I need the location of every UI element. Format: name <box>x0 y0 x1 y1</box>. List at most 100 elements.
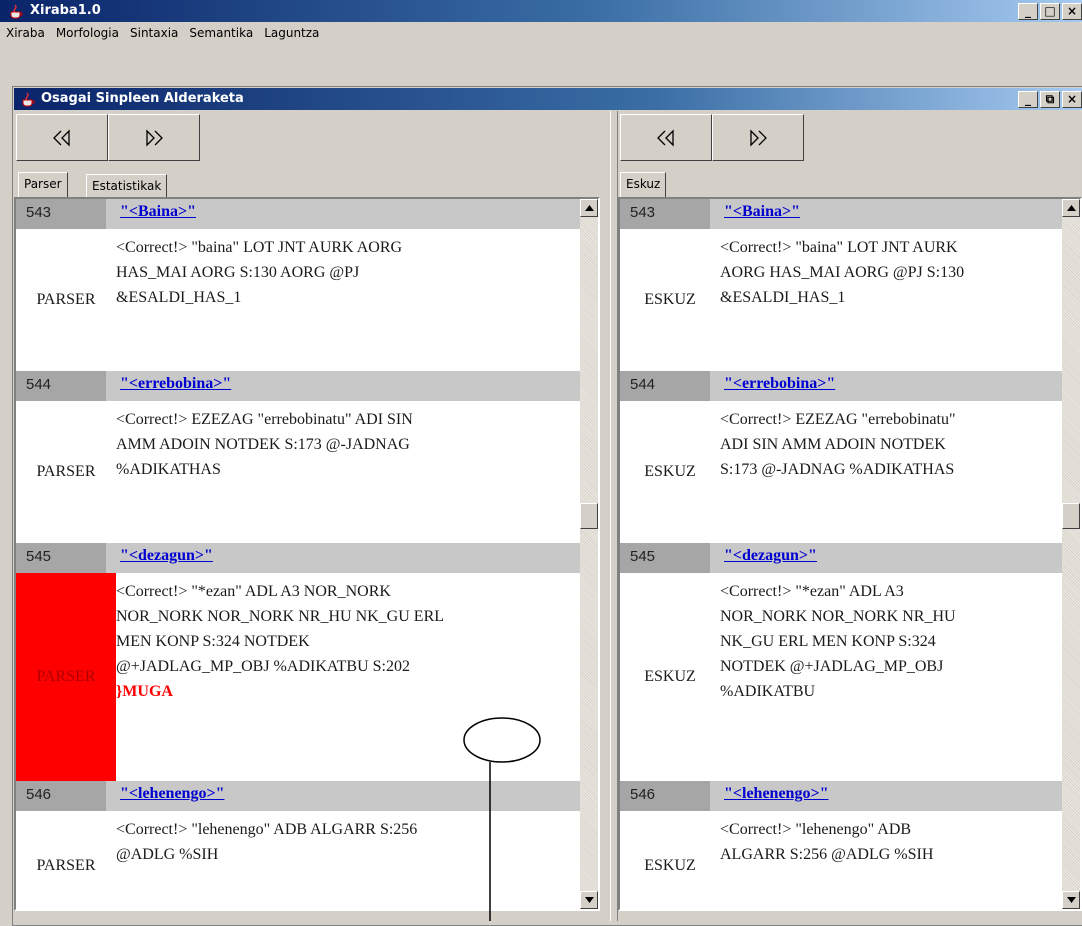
frame-minimize-button[interactable]: _ <box>1018 91 1038 108</box>
entry-body: ESKUZ <Correct!> "lehenengo" ADB ALGARR S:… <box>620 811 1062 909</box>
token-number: 546 <box>620 781 710 811</box>
analysis-text: <Correct!> "lehenengo" ADB ALGARR S:256 @… <box>116 811 580 909</box>
analysis-line: &ESALDI_HAS_1 <box>720 289 846 306</box>
fast-forward-icon <box>750 128 767 147</box>
role-label: ESKUZ <box>644 463 696 480</box>
role-label: ESKUZ <box>644 857 696 874</box>
minimize-button[interactable]: _ <box>1018 3 1038 20</box>
token-link[interactable]: "<errebobina>" <box>120 375 231 393</box>
entry-header: 545 "<dezagun>" <box>16 543 580 573</box>
role-label: PARSER <box>36 463 96 480</box>
eskuz-pane: Eskuz 543 "<Baina>" ESKUZ <Correct!> "baina… <box>618 111 1082 921</box>
internal-frame-title-bar[interactable]: Osagai Sinpleen Alderaketa _ ⧉ × <box>14 88 1082 110</box>
tab-parser[interactable]: Parser <box>18 172 68 197</box>
menu-sintaxia[interactable]: Sintaxia <box>124 22 183 40</box>
scroll-up-button[interactable] <box>1062 199 1080 217</box>
analysis-line: NOTDEK @+JADLAG_MP_OBJ <box>720 658 944 675</box>
role-label: PARSER <box>36 857 96 874</box>
analysis-line: %ADIKATBU <box>720 683 816 700</box>
internal-frame-title: Osagai Sinpleen Alderaketa <box>41 91 244 106</box>
list-item[interactable]: 543 "<Baina>" PARSER <Correct!> "baina" LOT… <box>16 199 580 371</box>
analysis-line: <Correct!> "baina" LOT JNT AURK <box>720 239 958 256</box>
previous-button[interactable] <box>16 114 108 161</box>
split-pane-divider[interactable] <box>610 111 618 921</box>
close-button[interactable]: × <box>1062 3 1082 20</box>
eskuz-list: 543 "<Baina>" ESKUZ <Correct!> "baina" LOT … <box>620 199 1062 909</box>
menu-laguntza[interactable]: Laguntza <box>258 22 324 40</box>
token-number: 543 <box>16 199 106 229</box>
analysis-line: <Correct!> "lehenengo" ADB <box>720 821 912 838</box>
rewind-icon <box>657 128 674 147</box>
analysis-line: &ESALDI_HAS_1 <box>116 289 242 306</box>
token-link[interactable]: "<errebobina>" <box>724 375 835 393</box>
vertical-scrollbar[interactable] <box>580 199 598 909</box>
list-item[interactable]: 546 "<lehenengo>" ESKUZ <Correct!> "lehenen… <box>620 781 1062 909</box>
token-link[interactable]: "<lehenengo>" <box>724 785 828 803</box>
analysis-line: HAS_MAI AORG S:130 AORG @PJ <box>116 264 360 281</box>
frame-close-button[interactable]: × <box>1062 91 1082 108</box>
next-button[interactable] <box>108 114 200 161</box>
scroll-down-button[interactable] <box>580 891 598 909</box>
list-item[interactable]: 544 "<errebobina>" PARSER <Correct!> EZEZAG… <box>16 371 580 543</box>
frame-restore-button[interactable]: ⧉ <box>1040 91 1060 108</box>
token-link[interactable]: "<dezagun>" <box>120 547 213 565</box>
analysis-line: S:173 @-JADNAG %ADIKATHAS <box>720 461 955 478</box>
token-link[interactable]: "<Baina>" <box>120 203 196 221</box>
tab-eskuz[interactable]: Eskuz <box>620 172 667 197</box>
analysis-line: <Correct!> "*ezan" ADL A3 <box>720 583 904 600</box>
parser-results-panel[interactable]: 543 "<Baina>" PARSER <Correct!> "baina" LOT… <box>14 197 600 911</box>
analysis-line: <Correct!> "*ezan" ADL A3 NOR_NORK <box>116 583 391 600</box>
token-number: 545 <box>620 543 710 573</box>
token-link[interactable]: "<Baina>" <box>724 203 800 221</box>
arrow-down-icon <box>1066 897 1076 903</box>
analysis-text: <Correct!> EZEZAG "errebobinatu" ADI SIN… <box>116 401 580 543</box>
role-label: ESKUZ <box>644 668 696 685</box>
arrow-down-icon <box>584 897 594 903</box>
analysis-text: <Correct!> "lehenengo" ADB ALGARR S:256 @… <box>720 811 1062 909</box>
rewind-icon <box>53 128 70 147</box>
token-link[interactable]: "<lehenengo>" <box>120 785 224 803</box>
list-item[interactable]: 543 "<Baina>" ESKUZ <Correct!> "baina" LOT … <box>620 199 1062 371</box>
analysis-line: @+JADLAG_MP_OBJ %ADIKATBU S:202 <box>116 658 410 675</box>
entry-header: 543 "<Baina>" <box>16 199 580 229</box>
scroll-up-button[interactable] <box>580 199 598 217</box>
menu-morfologia[interactable]: Morfologia <box>50 22 124 40</box>
entry-header: 545 "<dezagun>" <box>620 543 1062 573</box>
java-cup-icon <box>22 92 35 107</box>
entry-header: 546 "<lehenengo>" <box>16 781 580 811</box>
token-number: 545 <box>16 543 106 573</box>
next-button[interactable] <box>712 114 804 161</box>
previous-button[interactable] <box>620 114 712 161</box>
menu-bar: Xiraba Morfologia Sintaxia Semantika Laguntz… <box>0 22 1082 46</box>
arrow-up-icon <box>1066 205 1076 211</box>
maximize-button[interactable]: □ <box>1040 3 1060 20</box>
vertical-scrollbar[interactable] <box>1062 199 1080 909</box>
scroll-thumb[interactable] <box>580 503 598 529</box>
entry-body: ESKUZ <Correct!> "*ezan" ADL A3 NOR_NORK N… <box>620 573 1062 781</box>
list-item[interactable]: 545 "<dezagun>" PARSER <Correct!> "*ezan" A… <box>16 543 580 781</box>
analysis-text: <Correct!> "baina" LOT JNT AURK AORG HAS_… <box>116 229 580 371</box>
parser-pane: Parser Estatistikak 543 "<Baina>" PARSER <C… <box>14 111 610 921</box>
analysis-line: <Correct!> "baina" LOT JNT AURK AORG <box>116 239 403 256</box>
analysis-line: ADI SIN AMM ADOIN NOTDEK <box>720 436 946 453</box>
token-link[interactable]: "<dezagun>" <box>724 547 817 565</box>
role-label: PARSER <box>36 291 96 308</box>
analysis-line: AORG HAS_MAI AORG @PJ S:130 <box>720 264 965 281</box>
list-item[interactable]: 544 "<errebobina>" ESKUZ <Correct!> EZEZAG … <box>620 371 1062 543</box>
entry-header: 544 "<errebobina>" <box>620 371 1062 401</box>
analysis-line: <Correct!> "lehenengo" ADB ALGARR S:256 <box>116 821 418 838</box>
tab-estatistikak[interactable]: Estatistikak <box>86 174 168 197</box>
list-item[interactable]: 546 "<lehenengo>" PARSER <Correct!> "lehene… <box>16 781 580 909</box>
list-item[interactable]: 545 "<dezagun>" ESKUZ <Correct!> "*ezan" AD… <box>620 543 1062 781</box>
analysis-line: <Correct!> EZEZAG "errebobinatu" ADI SIN <box>116 411 413 428</box>
menu-xiraba[interactable]: Xiraba <box>0 22 50 40</box>
scroll-down-button[interactable] <box>1062 891 1080 909</box>
eskuz-results-panel[interactable]: 543 "<Baina>" ESKUZ <Correct!> "baina" LOT … <box>618 197 1082 911</box>
scroll-thumb[interactable] <box>1062 503 1080 529</box>
menu-semantika[interactable]: Semantika <box>183 22 258 40</box>
window-title-bar[interactable]: Xiraba1.0 _ □ × <box>0 0 1082 22</box>
window-title: Xiraba1.0 <box>30 3 101 18</box>
fast-forward-icon <box>146 128 163 147</box>
analysis-line: %ADIKATHAS <box>116 461 221 478</box>
entry-header: 546 "<lehenengo>" <box>620 781 1062 811</box>
